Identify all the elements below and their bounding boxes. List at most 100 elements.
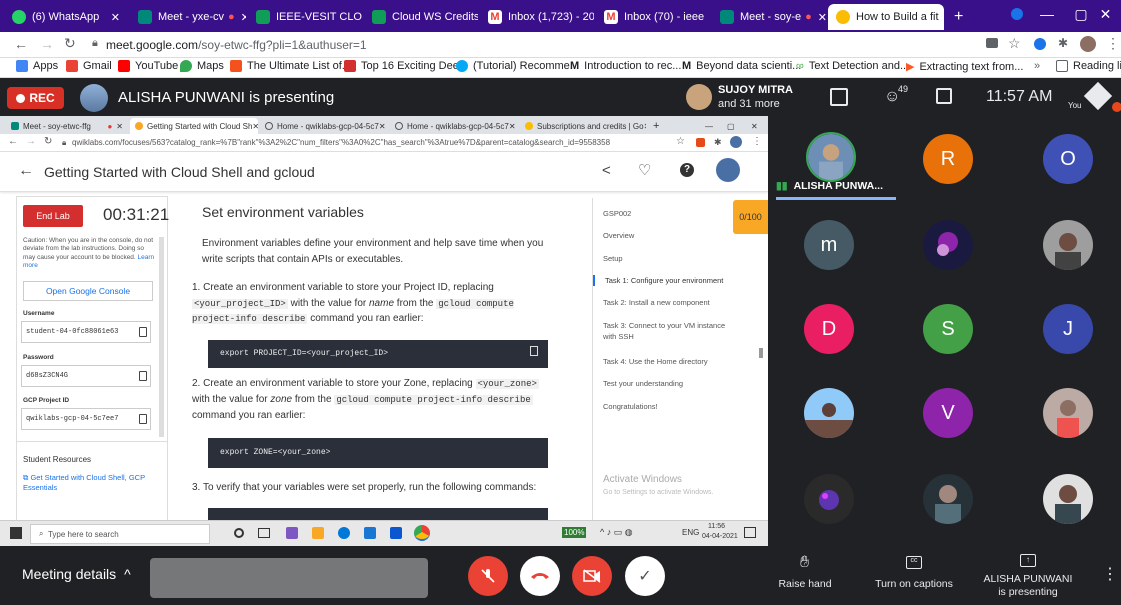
meeting-details-button[interactable]: Meeting details ^ xyxy=(22,566,131,582)
inner-tab[interactable]: Subscriptions and credits | Go✕ xyxy=(520,118,646,134)
bookmark-apps[interactable]: Apps xyxy=(16,60,58,72)
maximize-button[interactable]: ▢ xyxy=(722,118,736,134)
back-arrow-icon[interactable]: ← xyxy=(18,162,34,180)
close-icon[interactable]: ✕ xyxy=(939,11,944,24)
close-icon[interactable]: ✕ xyxy=(644,122,646,131)
present-check-button[interactable]: ✓ xyxy=(625,556,665,596)
new-tab-button[interactable]: + xyxy=(946,4,970,30)
minimize-button[interactable]: — xyxy=(700,118,714,134)
edge-icon[interactable] xyxy=(338,527,350,539)
url-field[interactable]: meet.google.com/soy-etwc-ffg?pli=1&authu… xyxy=(106,38,367,52)
close-icon[interactable]: ✕ xyxy=(509,122,516,131)
code-block-project-id[interactable]: export PROJECT_ID=<your_project_ID> xyxy=(208,340,548,368)
close-window-button[interactable]: ✕ xyxy=(746,118,760,134)
more-bookmarks-icon[interactable]: » xyxy=(1034,60,1040,72)
browser-tab[interactable]: Cloud WS Credits✕ xyxy=(364,4,478,30)
bookmark-link[interactable]: The Ultimate List of... xyxy=(230,60,351,72)
grid-layout-icon[interactable] xyxy=(830,88,848,106)
nav-item-task-4[interactable]: Task 4: Use the Home directory xyxy=(603,356,743,367)
inner-tab[interactable]: Meet - soy-etwc-ffg ● ✕ xyxy=(6,118,128,134)
bookmark-link[interactable]: ▶ Extracting text from... xyxy=(906,60,1023,74)
inner-tab[interactable]: Home - qwiklabs-gcp-04-5c7 ✕ xyxy=(390,118,518,134)
browser-tab[interactable]: Meet - yxe-cv ● ✕ xyxy=(130,4,246,30)
extension-icon[interactable] xyxy=(1034,38,1046,50)
chat-icon[interactable] xyxy=(936,88,952,104)
copy-icon[interactable] xyxy=(139,327,147,337)
chrome-icon[interactable] xyxy=(414,525,430,541)
new-tab-button[interactable]: + xyxy=(648,118,662,134)
nav-item-task-1[interactable]: Task 1: Configure your environment xyxy=(593,275,733,287)
participant-tile[interactable]: V xyxy=(923,388,973,438)
browser-tab-active[interactable]: How to Build a fit✕ xyxy=(828,4,944,30)
nav-item-task-3[interactable]: Task 3: Connect to your VM instance with… xyxy=(603,320,738,343)
avatar[interactable] xyxy=(716,158,740,182)
project-id-field[interactable]: qwiklabs-gcp-04-5c7ee7 xyxy=(21,408,151,430)
close-icon[interactable]: ✕ xyxy=(252,122,258,131)
copy-icon[interactable] xyxy=(139,371,147,381)
back-icon[interactable]: ← xyxy=(8,136,18,147)
notifications-icon[interactable] xyxy=(744,527,756,538)
bookmark-maps[interactable]: Maps xyxy=(180,60,224,72)
nav-item-setup[interactable]: Setup xyxy=(603,253,743,264)
star-icon[interactable]: ☆ xyxy=(676,136,685,147)
nav-item-overview[interactable]: Overview xyxy=(603,230,743,241)
participant-tile[interactable]: m xyxy=(804,220,854,270)
more-options-icon[interactable]: ⋮ xyxy=(1102,564,1118,584)
browser-tab[interactable]: IEEE-VESIT CLOUD✕ xyxy=(248,4,362,30)
star-icon[interactable]: ☆ xyxy=(1008,35,1021,52)
forward-icon[interactable]: → xyxy=(26,136,36,147)
resource-link[interactable]: ⧉ Get Started with Cloud Shell, GCP Esse… xyxy=(23,473,153,493)
nav-item-congratulations[interactable]: Congratulations! xyxy=(603,401,743,412)
participant-tile[interactable] xyxy=(804,474,854,524)
forward-icon[interactable]: → xyxy=(40,36,54,52)
taskbar-search[interactable]: ⌕ Type here to search xyxy=(30,524,210,544)
participant-tile[interactable]: J xyxy=(1043,304,1093,354)
menu-icon[interactable]: ⋮ xyxy=(752,136,762,147)
cortana-icon[interactable] xyxy=(234,528,244,538)
raise-hand-icon[interactable]: ✋︎ xyxy=(800,554,809,572)
inner-url[interactable]: qwiklabs.com/focuses/563?catalog_rank=%7… xyxy=(72,138,632,147)
help-icon[interactable]: ? xyxy=(680,163,694,177)
password-field[interactable]: d68sZ3CN4G xyxy=(21,365,151,387)
browser-tab[interactable]: Meet - soy-e ● ✕ xyxy=(712,4,826,30)
reload-icon[interactable]: ↻ xyxy=(44,136,52,147)
username-field[interactable]: student-04-0fc88061e63 xyxy=(21,321,151,343)
participant-tile[interactable]: D xyxy=(804,304,854,354)
system-tray-icons[interactable]: ^ ♪ ▭ ◍ xyxy=(600,527,633,538)
browser-tab[interactable]: (6) WhatsApp ✕ xyxy=(4,4,128,30)
camera-off-button[interactable] xyxy=(572,556,612,596)
bookmark-link[interactable]: M Introduction to rec... xyxy=(570,60,681,72)
captions-icon[interactable]: cc xyxy=(906,556,922,569)
mail-icon[interactable] xyxy=(390,527,402,539)
avatar[interactable] xyxy=(730,136,742,148)
share-icon[interactable]: < xyxy=(602,162,611,179)
close-icon[interactable]: ✕ xyxy=(704,11,710,24)
close-icon[interactable]: ✕ xyxy=(105,11,120,24)
participant-tile[interactable] xyxy=(923,220,973,270)
reload-icon[interactable]: ↻ xyxy=(64,35,76,52)
reading-list[interactable]: Reading list xyxy=(1056,60,1121,72)
inner-tab[interactable]: Home - qwiklabs-gcp-04-5c7 ✕ xyxy=(260,118,388,134)
bookmark-link[interactable]: M Beyond data scienti... xyxy=(682,60,801,72)
nav-item-task-2[interactable]: Task 2: Install a new component xyxy=(603,297,743,308)
browser-tab[interactable]: M Inbox (70) - ieee✕ xyxy=(596,4,710,30)
bookmark-link[interactable]: (Tutorial) Recomme... xyxy=(456,60,579,72)
heart-icon[interactable]: ♡ xyxy=(638,161,651,179)
panel-scrollbar[interactable] xyxy=(159,237,164,437)
nav-scrollbar[interactable] xyxy=(759,348,763,358)
close-icon[interactable]: ✕ xyxy=(812,11,826,24)
extension-icon[interactable] xyxy=(696,138,705,147)
present-now-icon[interactable]: ↑ xyxy=(1020,554,1036,567)
participant-tile[interactable] xyxy=(1043,474,1093,524)
copy-icon[interactable] xyxy=(530,346,538,356)
inner-tab-active[interactable]: Getting Started with Cloud Sh ✕ xyxy=(130,118,258,134)
participant-tile[interactable] xyxy=(1043,220,1093,270)
task-view-icon[interactable] xyxy=(258,528,270,538)
app-icon[interactable] xyxy=(286,527,298,539)
language-indicator[interactable]: ENG xyxy=(682,528,699,537)
bookmark-gmail[interactable]: Gmail xyxy=(66,60,112,72)
participant-tile-presenter[interactable] xyxy=(806,132,856,182)
end-lab-button[interactable]: End Lab xyxy=(23,205,83,227)
close-icon[interactable]: ✕ xyxy=(116,122,123,131)
menu-icon[interactable]: ⋮ xyxy=(1106,35,1120,52)
